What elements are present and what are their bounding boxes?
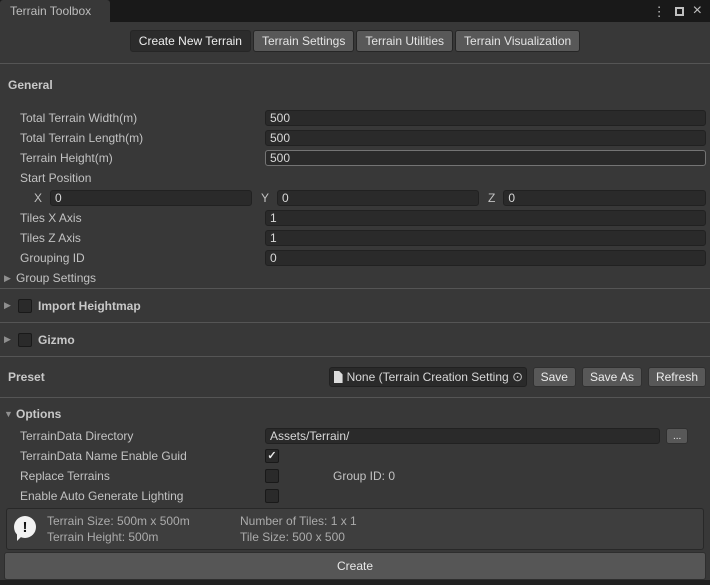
general-section: General Total Terrain Width(m) Total Ter… [0, 63, 710, 288]
title-bar: Terrain Toolbox ⋮ × [0, 0, 710, 22]
close-icon[interactable]: × [693, 3, 702, 19]
tab-label: Create New Terrain [139, 34, 242, 48]
save-button[interactable]: Save [533, 367, 576, 387]
titlebar-icons: ⋮ × [653, 0, 710, 22]
kebab-menu-icon[interactable]: ⋮ [653, 5, 666, 18]
terraindata-directory-label: TerrainData Directory [0, 429, 265, 443]
foldout-arrow-icon: ▼ [4, 409, 16, 419]
total-terrain-width-label: Total Terrain Width(m) [0, 111, 265, 125]
preset-row: Preset None (Terrain Creation Setting ⊙ … [0, 356, 710, 397]
x-axis-label: X [34, 191, 42, 205]
tab-terrain-settings[interactable]: Terrain Settings [253, 30, 354, 52]
save-as-button[interactable]: Save As [582, 367, 642, 387]
start-position-xyz-row: X Y Z [0, 188, 710, 208]
preset-object-field[interactable]: None (Terrain Creation Setting ⊙ [329, 367, 527, 387]
name-enable-guid-label: TerrainData Name Enable Guid [0, 449, 265, 463]
terraindata-directory-row: TerrainData Directory ... [0, 426, 710, 446]
tab-group: Create New Terrain Terrain Settings Terr… [130, 30, 580, 52]
y-axis-label: Y [261, 191, 269, 205]
name-enable-guid-checkbox[interactable]: ✓ [265, 449, 279, 463]
total-terrain-length-row: Total Terrain Length(m) [0, 128, 710, 148]
replace-terrains-row: Replace Terrains Group ID: 0 [0, 466, 710, 486]
grouping-id-input[interactable] [265, 250, 706, 266]
terraindata-directory-input[interactable] [265, 428, 660, 444]
start-position-z-input[interactable] [503, 190, 706, 206]
group-settings-label: Group Settings [16, 271, 96, 285]
window-bottom-edge [0, 580, 710, 585]
create-button[interactable]: Create [4, 552, 706, 580]
start-position-y-input[interactable] [277, 190, 479, 206]
info-column-right: Number of Tiles: 1 x 1 Tile Size: 500 x … [240, 514, 357, 544]
auto-generate-lighting-checkbox[interactable] [265, 489, 279, 503]
replace-terrains-checkbox[interactable] [265, 469, 279, 483]
grouping-id-row: Grouping ID [0, 248, 710, 268]
terrain-height-row: Terrain Height(m) [0, 148, 710, 168]
import-heightmap-label: Import Heightmap [38, 299, 141, 313]
window-title: Terrain Toolbox [10, 4, 91, 18]
total-terrain-width-input[interactable] [265, 110, 706, 126]
number-of-tiles-text: Number of Tiles: 1 x 1 [240, 514, 357, 528]
info-column-left: Terrain Size: 500m x 500m Terrain Height… [47, 514, 240, 544]
tiles-z-axis-row: Tiles Z Axis [0, 228, 710, 248]
total-terrain-length-input[interactable] [265, 130, 706, 146]
import-heightmap-checkbox[interactable] [18, 299, 32, 313]
tiles-x-axis-input[interactable] [265, 210, 706, 226]
grouping-id-label: Grouping ID [0, 251, 265, 265]
tab-create-new-terrain[interactable]: Create New Terrain [130, 30, 251, 52]
object-picker-icon[interactable]: ⊙ [510, 367, 526, 387]
auto-generate-lighting-row: Enable Auto Generate Lighting [0, 486, 710, 506]
start-position-row: Start Position [0, 168, 710, 188]
info-icon: ! [14, 516, 38, 542]
auto-generate-lighting-label: Enable Auto Generate Lighting [0, 489, 265, 503]
window-tab-terrain-toolbox[interactable]: Terrain Toolbox [0, 0, 110, 22]
group-settings-foldout[interactable]: ▶ Group Settings [0, 268, 710, 288]
maximize-icon[interactable] [675, 7, 684, 16]
tab-terrain-utilities[interactable]: Terrain Utilities [356, 30, 453, 52]
tiles-x-axis-row: Tiles X Axis [0, 208, 710, 228]
replace-terrains-label: Replace Terrains [0, 469, 265, 483]
preset-object-value: None (Terrain Creation Setting [347, 370, 510, 384]
toolbar: Create New Terrain Terrain Settings Terr… [0, 22, 710, 63]
tab-label: Terrain Settings [262, 34, 345, 48]
refresh-button[interactable]: Refresh [648, 367, 706, 387]
tab-label: Terrain Utilities [365, 34, 444, 48]
document-icon [334, 371, 343, 383]
options-foldout[interactable]: ▼ Options [4, 405, 710, 422]
terrain-size-text: Terrain Size: 500m x 500m [47, 514, 240, 528]
foldout-arrow-icon: ▶ [4, 300, 16, 311]
options-section: ▼ Options TerrainData Directory ... Terr… [0, 397, 710, 506]
import-heightmap-section[interactable]: ▶ Import Heightmap [0, 288, 710, 322]
tiles-z-axis-label: Tiles Z Axis [0, 231, 265, 245]
total-terrain-length-label: Total Terrain Length(m) [0, 131, 265, 145]
preset-label: Preset [8, 370, 45, 384]
foldout-arrow-icon: ▶ [4, 273, 16, 284]
general-header: General [8, 77, 710, 93]
name-enable-guid-row: TerrainData Name Enable Guid ✓ [0, 446, 710, 466]
gizmo-checkbox[interactable] [18, 333, 32, 347]
tiles-x-axis-label: Tiles X Axis [0, 211, 265, 225]
terrain-info-box: ! Terrain Size: 500m x 500m Terrain Heig… [6, 508, 704, 550]
foldout-arrow-icon: ▶ [4, 334, 16, 345]
total-terrain-width-row: Total Terrain Width(m) [0, 108, 710, 128]
tab-label: Terrain Visualization [464, 34, 571, 48]
z-axis-label: Z [488, 191, 495, 205]
tab-terrain-visualization[interactable]: Terrain Visualization [455, 30, 580, 52]
terrain-height-input[interactable] [265, 150, 706, 166]
start-position-label: Start Position [0, 171, 265, 185]
options-header-label: Options [16, 407, 61, 421]
gizmo-section[interactable]: ▶ Gizmo [0, 322, 710, 356]
terrain-height-text: Terrain Height: 500m [47, 530, 240, 544]
tiles-z-axis-input[interactable] [265, 230, 706, 246]
gizmo-label: Gizmo [38, 333, 75, 347]
group-id-text: Group ID: 0 [333, 469, 395, 483]
start-position-x-input[interactable] [50, 190, 252, 206]
tile-size-text: Tile Size: 500 x 500 [240, 530, 357, 544]
browse-button[interactable]: ... [666, 428, 688, 444]
terrain-height-label: Terrain Height(m) [0, 151, 265, 165]
terrain-toolbox-window: Terrain Toolbox ⋮ × Create New Terrain T… [0, 0, 710, 585]
